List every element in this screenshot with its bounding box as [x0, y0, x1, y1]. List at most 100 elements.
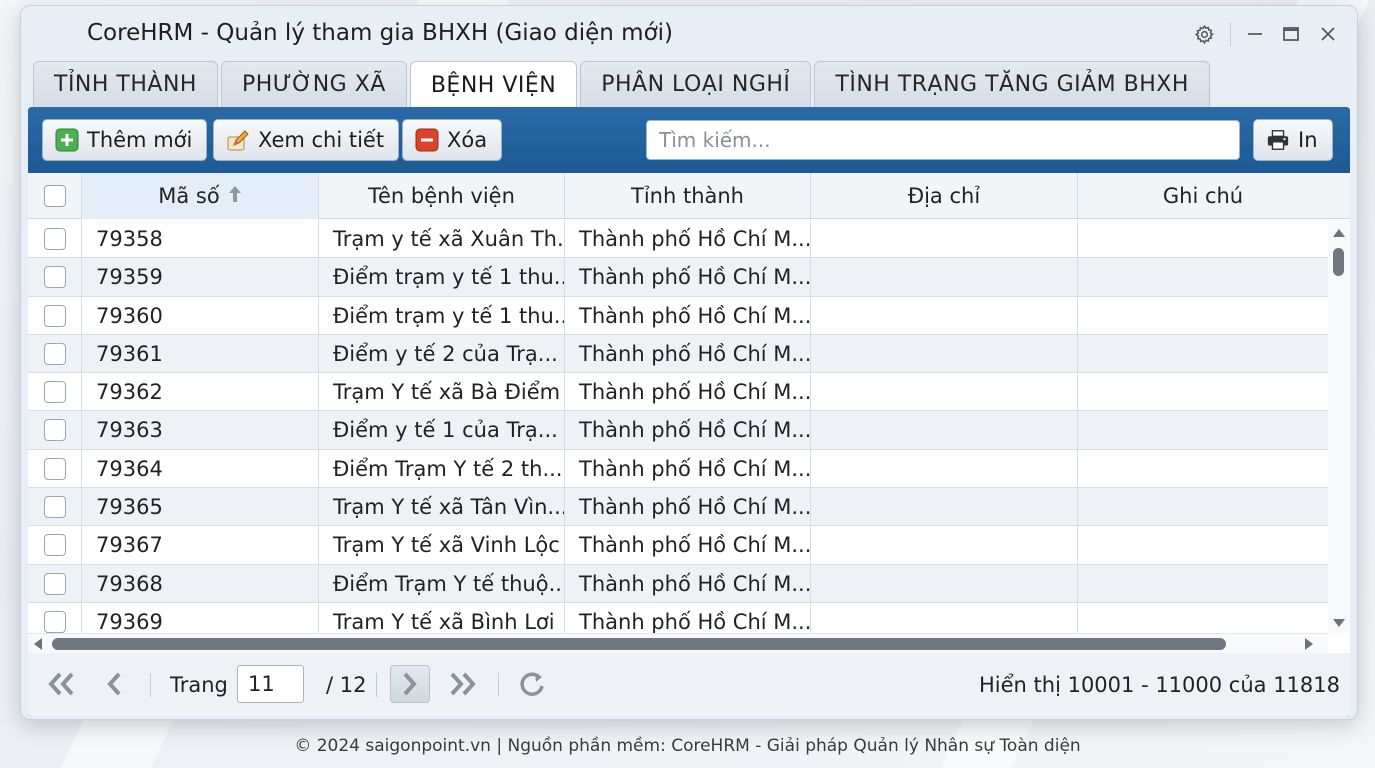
cell-ghi-chu	[1078, 297, 1328, 335]
cell-ma-so: 79362	[82, 373, 319, 412]
close-icon[interactable]	[1316, 22, 1340, 46]
column-header-dia-chi[interactable]: Địa chỉ	[811, 173, 1078, 219]
tab-tinh-thanh[interactable]: TỈNH THÀNH	[33, 61, 218, 107]
tab-phuong-xa[interactable]: PHƯỜNG XÃ	[220, 61, 407, 107]
print-button[interactable]: In	[1253, 119, 1333, 161]
main-window: CoreHRM - Quản lý tham gia BHXH (Giao di…	[20, 5, 1358, 720]
cell-ghi-chu	[1078, 565, 1328, 603]
view-detail-button[interactable]: Xem chi tiết	[213, 119, 400, 161]
table-row[interactable]: 79369 Tram Y tế xã Bình Lơi Thành phố Hồ C…	[28, 602, 1328, 633]
row-checkbox[interactable]	[43, 304, 66, 327]
row-select-cell	[28, 373, 82, 412]
pager-divider	[498, 673, 499, 697]
data-grid: Mã số Tên bệnh viện Tỉnh thành Địa chỉ G…	[28, 173, 1350, 653]
row-checkbox[interactable]	[43, 496, 66, 519]
first-page-icon[interactable]	[42, 665, 82, 703]
column-header-ma-so[interactable]: Mã số	[82, 173, 319, 219]
cell-ma-so: 79363	[82, 411, 319, 450]
record-count-info: Hiển thị 10001 - 11000 của 11818	[979, 673, 1340, 697]
table-row[interactable]: 79367 Trạm Y tế xã Vinh Lộc Thành phố Hồ C…	[28, 526, 1328, 565]
table-row[interactable]: 79365 Trạm Y tế xã Tân Vìn... Thành phố Hồ…	[28, 488, 1328, 527]
page-number-input[interactable]	[237, 665, 304, 703]
column-header-ghi-chu[interactable]: Ghi chú	[1078, 173, 1328, 219]
tab-phan-loai-nghi[interactable]: PHÂN LOẠI NGHỈ	[580, 61, 812, 107]
row-checkbox[interactable]	[43, 342, 66, 365]
cell-ten-benh-vien: Điểm Trạm Y tế 2 th...	[319, 449, 565, 488]
row-select-cell	[28, 258, 82, 297]
row-checkbox[interactable]	[43, 228, 66, 250]
table-row[interactable]: 79368 Điểm Trạm Y tế thuộ... Thành phố Hồ …	[28, 564, 1328, 603]
row-select-cell	[28, 334, 82, 373]
row-checkbox[interactable]	[43, 457, 66, 480]
row-checkbox[interactable]	[43, 419, 66, 442]
add-button-label: Thêm mới	[87, 128, 193, 152]
delete-button-label: Xóa	[447, 128, 488, 152]
add-button[interactable]: Thêm mới	[42, 119, 208, 161]
refresh-icon[interactable]	[512, 665, 552, 703]
column-header-ten-benh-vien[interactable]: Tên bệnh viện	[319, 173, 565, 219]
toolbar: Thêm mới Xem chi tiết Xóa In	[28, 107, 1350, 173]
row-checkbox[interactable]	[43, 266, 66, 289]
cell-ma-so: 79359	[82, 258, 319, 297]
total-pages: / 12	[326, 673, 367, 697]
scroll-left-arrow-icon[interactable]	[33, 637, 43, 653]
cell-ma-so: 79364	[82, 449, 319, 488]
cell-ma-so: 79358	[82, 220, 319, 258]
row-checkbox[interactable]	[43, 381, 66, 404]
cell-ghi-chu	[1078, 411, 1328, 449]
cell-ghi-chu	[1078, 258, 1328, 296]
sort-ascending-icon	[228, 184, 242, 209]
last-page-icon[interactable]	[442, 665, 482, 703]
search-input[interactable]	[646, 120, 1240, 160]
table-row[interactable]: 79359 Điểm trạm y tế 1 thu... Thành phố Hồ…	[28, 258, 1328, 297]
cell-ten-benh-vien: Trạm Y tế xã Vinh Lộc	[319, 526, 565, 565]
table-row[interactable]: 79362 Trạm Y tế xã Bà Điểm Thành phố Hồ Ch…	[28, 373, 1328, 412]
cell-ten-benh-vien: Điểm Trạm Y tế thuộ...	[319, 564, 565, 603]
row-select-cell	[28, 564, 82, 603]
select-all-checkbox[interactable]	[43, 185, 66, 207]
row-select-cell	[28, 602, 82, 633]
cell-ten-benh-vien: Điểm trạm y tế 1 thu...	[319, 258, 565, 297]
cell-tinh-thanh: Thành phố Hồ Chí M...	[565, 334, 811, 373]
vertical-scrollbar-thumb[interactable]	[1333, 248, 1344, 276]
tab-tinh-trang-tang-giam-bhxh[interactable]: TÌNH TRẠNG TĂNG GIẢM BHXH	[814, 61, 1210, 107]
table-row[interactable]: 79361 Điểm y tế 2 của Trạ... Thành phố Hồ …	[28, 334, 1328, 374]
column-header-label: Ghi chú	[1162, 184, 1244, 208]
cell-ma-so: 79367	[82, 526, 319, 565]
scroll-up-arrow-icon[interactable]	[1332, 226, 1346, 242]
delete-button[interactable]: Xóa	[402, 119, 503, 161]
header-select-cell	[28, 173, 82, 219]
table-row[interactable]: 79360 Điểm trạm y tế 1 thu... Thành phố Hồ…	[28, 296, 1328, 335]
cell-tinh-thanh: Thành phố Hồ Chí M...	[565, 220, 811, 258]
pencil-icon	[226, 128, 250, 152]
grid-rows: 79358 Trạm y tế xã Xuân Th... Thành phố Hồ…	[28, 220, 1328, 633]
horizontal-scrollbar[interactable]	[28, 633, 1328, 653]
cell-ghi-chu	[1078, 220, 1328, 258]
cell-dia-chi	[811, 602, 1078, 633]
maximize-icon[interactable]	[1279, 22, 1303, 46]
row-select-cell	[28, 488, 82, 527]
cell-dia-chi	[811, 334, 1078, 373]
next-page-icon[interactable]	[390, 665, 430, 703]
vertical-scrollbar[interactable]	[1328, 220, 1350, 633]
grid-header: Mã số Tên bệnh viện Tỉnh thành Địa chỉ G…	[28, 173, 1350, 219]
minimize-icon[interactable]	[1243, 22, 1267, 46]
horizontal-scrollbar-thumb[interactable]	[52, 638, 1226, 650]
column-header-label: Tỉnh thành	[631, 184, 744, 208]
cell-dia-chi	[811, 296, 1078, 335]
column-header-tinh-thanh[interactable]: Tỉnh thành	[565, 173, 811, 219]
row-checkbox[interactable]	[43, 572, 66, 595]
row-checkbox[interactable]	[43, 610, 66, 633]
scroll-down-arrow-icon[interactable]	[1332, 616, 1346, 632]
scroll-right-arrow-icon[interactable]	[1304, 637, 1314, 653]
row-checkbox[interactable]	[43, 534, 66, 557]
gear-icon[interactable]	[1192, 22, 1216, 46]
cell-tinh-thanh: Thành phố Hồ Chí M...	[565, 296, 811, 335]
cell-dia-chi	[811, 220, 1078, 258]
tab-benh-vien[interactable]: BỆNH VIỆN	[409, 61, 578, 109]
table-row[interactable]: 79364 Điểm Trạm Y tế 2 th... Thành phố Hồ …	[28, 449, 1328, 489]
table-row[interactable]: 79358 Trạm y tế xã Xuân Th... Thành phố Hồ…	[28, 220, 1328, 259]
previous-page-icon[interactable]	[94, 665, 134, 703]
table-row[interactable]: 79363 Điểm y tế 1 của Trạ... Thành phố Hồ …	[28, 411, 1328, 450]
cell-ghi-chu	[1078, 488, 1328, 526]
